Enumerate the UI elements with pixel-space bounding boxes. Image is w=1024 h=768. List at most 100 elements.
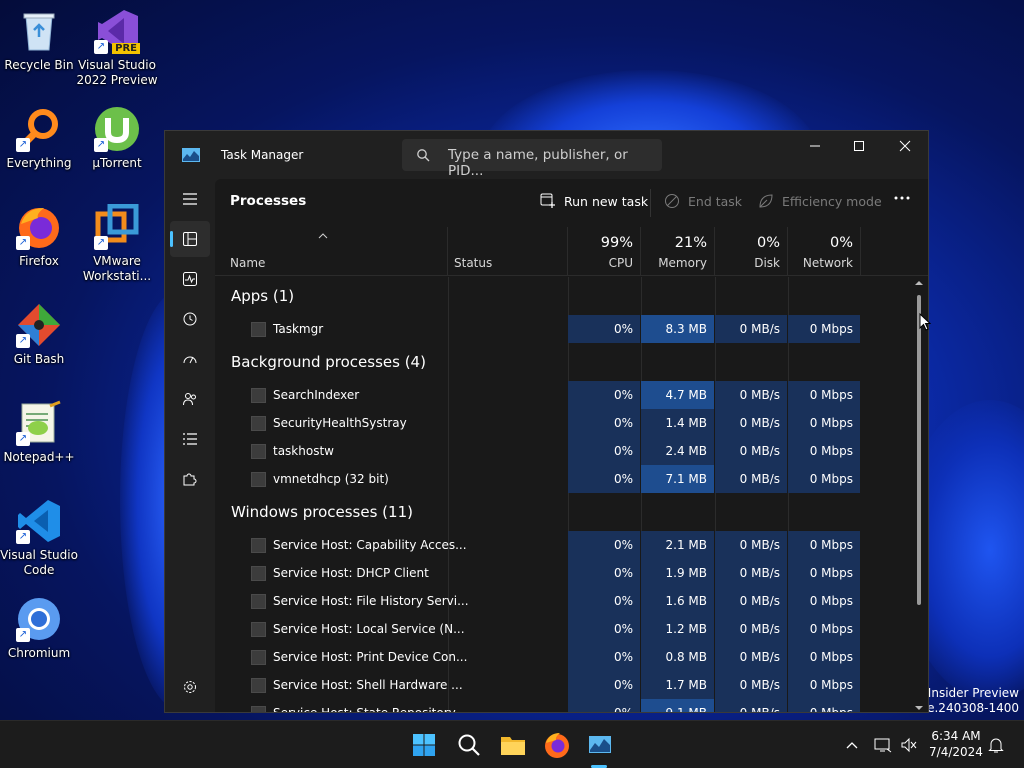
scroll-up-icon[interactable]	[913, 279, 925, 287]
process-cpu: 0%	[568, 615, 640, 643]
taskbar-task-manager[interactable]	[584, 729, 616, 761]
group-header-windows[interactable]: Windows processes (11)	[231, 503, 413, 521]
desktop-icon-everything[interactable]: ↗ Everything	[0, 106, 81, 171]
desktop-icon-utorrent[interactable]: ↗ µTorrent	[75, 106, 159, 171]
start-button[interactable]	[408, 729, 440, 761]
column-header-name[interactable]: Name	[215, 227, 448, 276]
notification-bell-icon[interactable]	[988, 736, 1004, 754]
process-network: 0 Mbps	[788, 409, 860, 437]
process-memory: 1.2 MB	[641, 615, 714, 643]
process-cpu: 0%	[568, 587, 640, 615]
process-row[interactable]: Service Host: Shell Hardware ... 0% 1.7 MB…	[215, 671, 860, 699]
process-memory: 1.7 MB	[641, 671, 714, 699]
process-cpu: 0%	[568, 409, 640, 437]
nav-app-history[interactable]	[170, 301, 210, 337]
process-icon	[251, 678, 266, 693]
group-header-apps[interactable]: Apps (1)	[231, 287, 294, 305]
desktop-icon-vscode[interactable]: ↗ Visual Studio Code	[0, 498, 81, 578]
show-hidden-icons-chevron-icon[interactable]	[846, 741, 858, 749]
process-row[interactable]: Service Host: File History Servi... 0% 1.6…	[215, 587, 860, 615]
memory-total-percent: 21%	[674, 235, 707, 251]
process-disk: 0 MB/s	[715, 381, 787, 409]
close-button[interactable]	[882, 131, 928, 161]
desktop-icon-recycle-bin[interactable]: Recycle Bin	[0, 8, 81, 73]
process-network: 0 Mbps	[788, 531, 860, 559]
process-network: 0 Mbps	[788, 465, 860, 493]
system-clock[interactable]: 6:34 AM 7/4/2024	[928, 728, 984, 760]
details-list-icon	[183, 433, 197, 445]
process-memory: 4.7 MB	[641, 381, 714, 409]
taskbar-search-button[interactable]	[453, 729, 485, 761]
nav-details[interactable]	[170, 421, 210, 457]
process-disk: 0 MB/s	[715, 465, 787, 493]
process-row[interactable]: Service Host: State Repository... 0% 9.1 M…	[215, 699, 860, 712]
taskbar-firefox[interactable]	[541, 729, 573, 761]
desktop-icon-visual-studio[interactable]: PRE ↗ Visual Studio 2022 Preview	[75, 8, 159, 88]
desktop-icon-git-bash[interactable]: ↗ Git Bash	[0, 302, 81, 367]
process-name: vmnetdhcp (32 bit)	[273, 472, 389, 486]
process-name: Service Host: File History Servi...	[273, 594, 469, 608]
volume-muted-icon[interactable]	[900, 737, 918, 753]
search-input[interactable]: Type a name, publisher, or PID...	[402, 139, 662, 179]
network-display-icon[interactable]	[874, 737, 892, 753]
column-header-cpu[interactable]: 99% CPU	[568, 227, 641, 276]
nav-users[interactable]	[170, 381, 210, 417]
process-row[interactable]: taskhostw 0% 2.4 MB 0 MB/s 0 Mbps	[215, 437, 860, 465]
task-manager-window: Task Manager Type a name, publisher, or …	[164, 130, 929, 713]
efficiency-mode-button[interactable]: Efficiency mode	[758, 193, 882, 209]
process-memory: 1.6 MB	[641, 587, 714, 615]
process-list: Apps (1) Background processes (4) Window…	[215, 277, 860, 712]
history-icon	[183, 312, 197, 326]
column-header-network[interactable]: 0% Network	[788, 227, 861, 276]
column-header-memory[interactable]: 21% Memory	[641, 227, 715, 276]
end-task-icon	[665, 194, 679, 208]
mouse-cursor-icon	[919, 313, 931, 331]
more-options-button[interactable]	[893, 189, 911, 207]
process-network: 0 Mbps	[788, 437, 860, 465]
process-row[interactable]: Taskmgr 0% 8.3 MB 0 MB/s 0 Mbps	[215, 315, 860, 343]
process-row[interactable]: Service Host: DHCP Client 0% 1.9 MB 0 MB/s 0…	[215, 559, 860, 587]
hamburger-menu-button[interactable]	[170, 181, 210, 217]
column-cpu-label: CPU	[608, 256, 633, 270]
process-network: 0 Mbps	[788, 671, 860, 699]
nav-services[interactable]	[170, 461, 210, 497]
process-row[interactable]: Service Host: Capability Acces... 0% 2.1 M…	[215, 531, 860, 559]
process-memory: 9.1 MB	[641, 699, 714, 712]
process-disk: 0 MB/s	[715, 531, 787, 559]
process-row[interactable]: SecurityHealthSystray 0% 1.4 MB 0 MB/s 0 Mbp…	[215, 409, 860, 437]
desktop-icon-label: Visual Studio 2022 Preview	[76, 58, 158, 87]
side-navigation	[165, 179, 215, 712]
process-memory: 2.1 MB	[641, 531, 714, 559]
clock-date: 7/4/2024	[929, 745, 983, 759]
desktop-icon-notepad-plus[interactable]: ↗ Notepad++	[0, 400, 81, 465]
maximize-button[interactable]	[836, 131, 882, 161]
nav-performance[interactable]	[170, 261, 210, 297]
desktop-icon-vmware[interactable]: ↗ VMware Workstati...	[75, 203, 159, 284]
minimize-button[interactable]	[792, 131, 838, 161]
run-new-task-icon	[540, 193, 555, 208]
column-header-disk[interactable]: 0% Disk	[715, 227, 788, 276]
process-network: 0 Mbps	[788, 699, 860, 712]
scrollbar-thumb[interactable]	[917, 295, 921, 605]
desktop-icon-chromium[interactable]: ↗ Chromium	[0, 596, 81, 661]
process-row[interactable]: Service Host: Local Service (N... 0% 1.2 M…	[215, 615, 860, 643]
scroll-down-icon[interactable]	[913, 704, 925, 712]
process-row[interactable]: Service Host: Print Device Con... 0% 0.8 M…	[215, 643, 860, 671]
end-task-button[interactable]: End task	[664, 193, 742, 209]
vmware-icon: ↗	[94, 203, 140, 250]
desktop-icon-firefox[interactable]: ↗ Firefox	[0, 204, 81, 269]
nav-startup-apps[interactable]	[170, 341, 210, 377]
nav-settings[interactable]	[170, 669, 210, 705]
group-header-background[interactable]: Background processes (4)	[231, 353, 426, 371]
taskbar-file-explorer[interactable]	[497, 729, 529, 761]
run-new-task-button[interactable]: Run new task	[540, 193, 648, 209]
vertical-scrollbar[interactable]	[913, 277, 925, 712]
nav-processes[interactable]	[170, 221, 210, 257]
process-row[interactable]: vmnetdhcp (32 bit) 0% 7.1 MB 0 MB/s 0 Mbps	[215, 465, 860, 493]
process-network: 0 Mbps	[788, 381, 860, 409]
process-row[interactable]: SearchIndexer 0% 4.7 MB 0 MB/s 0 Mbps	[215, 381, 860, 409]
column-header-status[interactable]: Status	[448, 227, 568, 276]
process-icon	[251, 538, 266, 553]
disk-total-percent: 0%	[756, 235, 780, 251]
title-bar[interactable]: Task Manager Type a name, publisher, or …	[165, 131, 928, 179]
